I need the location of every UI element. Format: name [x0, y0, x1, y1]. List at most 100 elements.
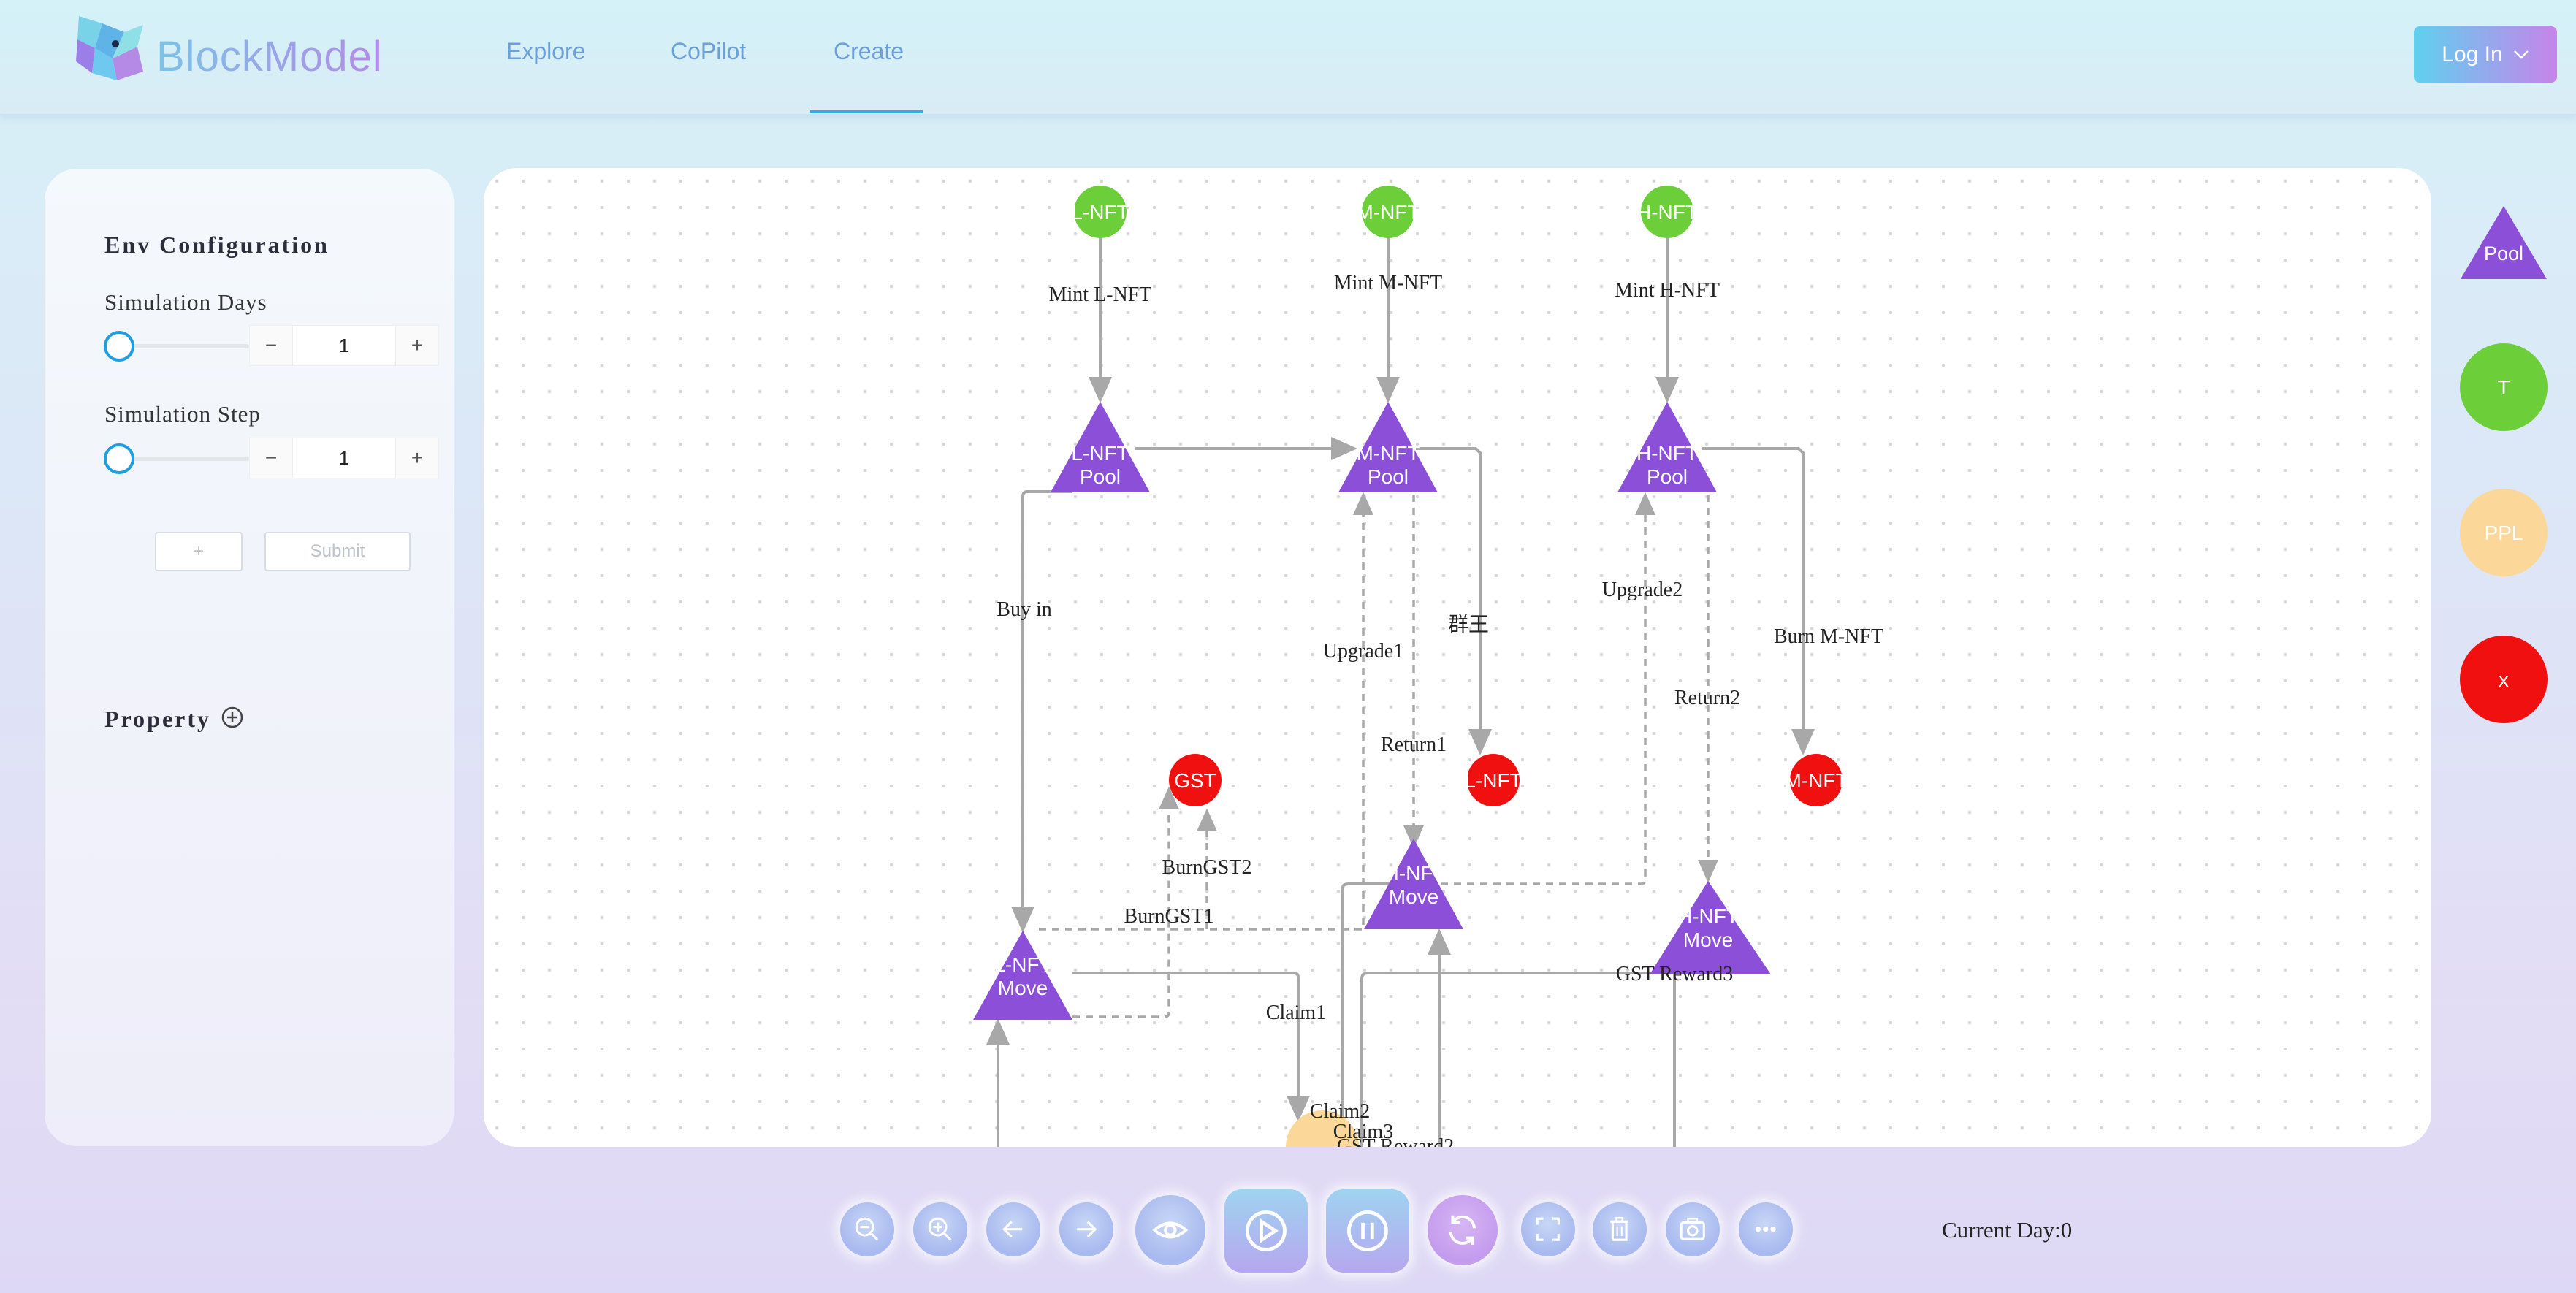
increment-button[interactable]: + [396, 438, 438, 478]
top-header: BlockModel Explore CoPilot Create Log In [0, 0, 2576, 115]
simulation-days-input[interactable]: 1 [292, 326, 396, 365]
simulation-days-slider-handle[interactable] [104, 331, 134, 362]
pool-node-l-nft[interactable]: L-NFT Pool [1051, 402, 1150, 492]
zoom-in-button[interactable] [913, 1202, 967, 1256]
svg-text:L-NFT: L-NFT [1464, 769, 1522, 792]
redo-button[interactable] [1059, 1202, 1113, 1256]
svg-text:M-NFT: M-NFT [1784, 769, 1848, 792]
edge-qunwang[interactable] [1416, 447, 1492, 755]
edge-buy-in[interactable] [1011, 490, 1072, 933]
edge-label-buy-in: Buy in [997, 598, 1051, 621]
edge-label-claim1: Claim1 [1266, 1002, 1326, 1024]
palette-token[interactable]: T [2459, 343, 2548, 432]
login-label: Log In [2442, 42, 2503, 66]
palette-sink[interactable]: x [2459, 635, 2548, 724]
fullscreen-icon [1536, 1217, 1561, 1242]
nav-explore[interactable]: Explore [506, 38, 586, 65]
edge-gst-reward3[interactable] [1360, 972, 1674, 1147]
add-button[interactable]: + [155, 532, 243, 571]
play-button[interactable] [1224, 1189, 1308, 1273]
pool-l-line2: Pool [1080, 465, 1121, 488]
move-l-line2: Move [998, 977, 1048, 999]
palette-token-label: T [2497, 376, 2510, 399]
zoom-out-icon [855, 1217, 879, 1241]
sink-node-gst[interactable]: GST [1169, 754, 1222, 806]
property-title: Property [104, 706, 212, 732]
simulation-step-slider-handle[interactable] [104, 443, 134, 474]
sink-node-m-nft[interactable]: M-NFT [1784, 754, 1848, 806]
delete-button[interactable] [1593, 1202, 1647, 1256]
login-button[interactable]: Log In [2414, 26, 2557, 83]
view-button[interactable] [1135, 1195, 1205, 1265]
flow-canvas[interactable]: L-NFT M-NFT H-NFT L-NFT Pool M-NFT Pool [484, 168, 2431, 1147]
simulation-step-label: Simulation Step [104, 401, 261, 427]
simulation-step-slider-track[interactable] [121, 457, 249, 461]
simulation-days-stepper: − 1 + [249, 325, 439, 366]
edge-claim1[interactable] [1072, 972, 1310, 1122]
refresh-icon [1449, 1215, 1476, 1246]
undo-button[interactable] [986, 1202, 1040, 1256]
arrow-right-icon [1077, 1221, 1097, 1238]
move-node-l-nft[interactable]: L-NFT Move [973, 931, 1072, 1020]
move-l-line1: L-NFT [994, 953, 1051, 976]
screenshot-button[interactable] [1666, 1202, 1720, 1256]
svg-text:M-NFT: M-NFT [1356, 201, 1420, 224]
increment-button[interactable]: + [396, 326, 438, 365]
svg-text:GST: GST [1174, 769, 1216, 792]
sink-node-l-nft[interactable]: L-NFT [1464, 754, 1523, 806]
move-m-line2: Move [1389, 885, 1438, 908]
edge-label-mint-l: Mint L-NFT [1049, 283, 1152, 306]
move-h-line2: Move [1683, 928, 1733, 951]
edge-label-qunwang: 群王 [1448, 613, 1489, 636]
edge-label-claim2: Claim2 [1310, 1100, 1370, 1123]
simulation-days-slider-track[interactable] [121, 344, 249, 348]
play-icon [1246, 1210, 1287, 1251]
fullscreen-button[interactable] [1521, 1202, 1575, 1256]
pause-button[interactable] [1326, 1189, 1409, 1273]
edge-label-gst-reward3: GST Reward3 [1616, 963, 1733, 985]
trash-icon [1610, 1217, 1629, 1242]
submit-button[interactable]: Submit [264, 532, 411, 571]
edge-label-burngst1: BurnGST1 [1124, 905, 1214, 928]
pool-node-h-nft[interactable]: H-NFT Pool [1617, 402, 1717, 492]
simulation-step-input[interactable]: 1 [292, 438, 396, 478]
current-day-status: Current Day:0 [1942, 1217, 2073, 1243]
pause-icon [1347, 1210, 1388, 1251]
chevron-down-icon [2513, 50, 2529, 59]
zoom-out-button[interactable] [840, 1202, 894, 1256]
arrow-left-icon [1002, 1221, 1023, 1238]
edge-label-gst-reward2: GST Reward2 [1337, 1135, 1454, 1147]
source-node-m-nft[interactable]: M-NFT [1356, 186, 1420, 238]
add-property-icon[interactable] [221, 706, 244, 729]
simulation-step-stepper: − 1 + [249, 438, 439, 478]
more-button[interactable] [1739, 1202, 1793, 1256]
nav-active-indicator [810, 110, 923, 113]
edge-upgrade2[interactable] [1441, 492, 1655, 885]
pool-h-line2: Pool [1647, 465, 1688, 488]
brand-name: BlockModel [156, 33, 383, 80]
simulation-days-label: Simulation Days [104, 289, 267, 315]
pool-m-line1: M-NFT [1356, 442, 1420, 465]
brand-logo-icon[interactable] [73, 10, 153, 83]
camera-icon [1680, 1218, 1706, 1241]
source-node-l-nft[interactable]: L-NFT [1071, 186, 1129, 238]
palette-people-label: PPL [2485, 522, 2523, 544]
decrement-button[interactable]: − [250, 438, 292, 478]
eye-icon [1152, 1221, 1189, 1239]
edge-label-mint-h: Mint H-NFT [1615, 279, 1720, 302]
source-node-h-nft[interactable]: H-NFT [1636, 186, 1698, 238]
palette-sink-label: x [2499, 668, 2509, 691]
edge-label-burngst2: BurnGST2 [1162, 856, 1252, 879]
edge-label-return1: Return1 [1381, 733, 1447, 756]
decrement-button[interactable]: − [250, 326, 292, 365]
edge-label-return2: Return2 [1674, 687, 1740, 709]
move-node-h-nft[interactable]: H-NFT Move [1650, 881, 1771, 974]
nav-copilot[interactable]: CoPilot [671, 38, 746, 65]
nav-create[interactable]: Create [834, 38, 904, 65]
refresh-button[interactable] [1428, 1195, 1498, 1265]
move-h-line1: H-NFT [1677, 905, 1739, 928]
palette-people[interactable]: PPL [2459, 488, 2548, 577]
edge-label-upgrade1: Upgrade1 [1323, 640, 1403, 663]
palette-pool[interactable]: Pool [2459, 205, 2548, 281]
edge-burngst1[interactable] [1072, 786, 1179, 1018]
